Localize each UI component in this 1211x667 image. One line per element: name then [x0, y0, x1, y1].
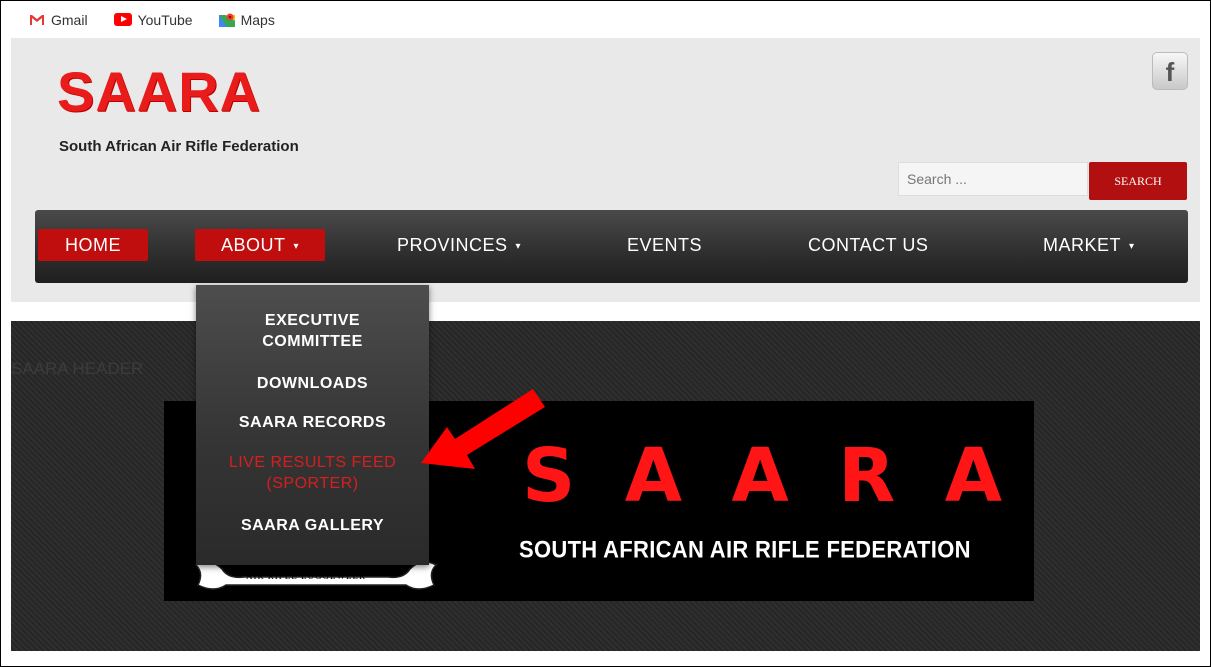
dropdown-item-label: SAARA GALLERY [240, 517, 385, 534]
dropdown-item-label: EXECUTIVE [264, 312, 361, 329]
banner-logo-letters: S A A R A [522, 439, 1002, 513]
dropdown-item-label: COMMITTEE [262, 333, 363, 350]
nav-home-label: HOME [65, 235, 121, 255]
banner-letter: A [731, 433, 789, 519]
banner-letter: A [944, 433, 1002, 519]
nav-events[interactable]: EVENTS [627, 229, 702, 261]
dropdown-item-executive-committee[interactable]: EXECUTIVE COMMITTEE [196, 310, 429, 352]
about-dropdown-menu: EXECUTIVE COMMITTEE DOWNLOADS SAARA RECO… [196, 285, 429, 565]
nav-provinces-label: PROVINCES [397, 235, 508, 255]
banner-letter: R [838, 433, 896, 519]
nav-contact-label: CONTACT US [808, 235, 929, 255]
search-button[interactable]: SEARCH [1089, 162, 1187, 200]
site-header: SAARA South African Air Rifle Federation… [11, 38, 1200, 302]
dropdown-item-label: (SPORTER) [266, 475, 359, 492]
bookmark-youtube-label: YouTube [137, 11, 193, 28]
bookmarks-bar: Gmail YouTube Maps [1, 1, 1210, 38]
facebook-icon[interactable]: f [1152, 52, 1188, 90]
chevron-down-icon: ▾ [515, 241, 522, 252]
annotation-arrow-icon [421, 389, 545, 469]
bookmark-maps-label: Maps [240, 11, 275, 28]
bookmark-gmail-label: Gmail [51, 11, 88, 28]
dropdown-item-label: LIVE RESULTS FEED [228, 454, 397, 471]
bookmark-youtube[interactable]: YouTube [113, 11, 193, 28]
dropdown-item-downloads[interactable]: DOWNLOADS [196, 373, 429, 394]
bookmark-gmail[interactable]: Gmail [29, 12, 88, 28]
banner-subtitle: SOUTH AFRICAN AIR RIFLE FEDERATION [519, 535, 971, 564]
browser-viewport: Gmail YouTube Maps SAARA South African A… [0, 0, 1211, 667]
site-logo-title[interactable]: SAARA [57, 62, 261, 122]
nav-about[interactable]: ABOUT ▾ [195, 229, 325, 261]
search-input[interactable] [898, 162, 1088, 196]
nav-contact-us[interactable]: CONTACT US [808, 229, 928, 261]
bookmark-maps[interactable]: Maps [218, 11, 275, 28]
maps-icon [218, 13, 235, 27]
youtube-icon [113, 13, 132, 26]
nav-about-label: ABOUT [220, 235, 286, 255]
chevron-down-icon: ▾ [1129, 241, 1135, 252]
nav-home[interactable]: HOME [38, 229, 148, 261]
nav-market[interactable]: MARKET ▾ [1043, 229, 1135, 261]
dropdown-item-live-results-feed[interactable]: LIVE RESULTS FEED (SPORTER) [196, 452, 429, 494]
header-banner: SAARA HEADER AIR RIFLE LUGGEWEER S A A R… [11, 321, 1200, 651]
nav-provinces[interactable]: PROVINCES ▾ [397, 229, 521, 261]
dropdown-item-label: DOWNLOADS [256, 375, 369, 392]
chevron-down-icon: ▾ [293, 241, 300, 252]
banner-letter: A [624, 433, 683, 519]
banner-alt-caption: SAARA HEADER [11, 359, 144, 378]
nav-events-label: EVENTS [627, 235, 703, 255]
main-navigation: HOME ABOUT ▾ PROVINCES ▾ EVENTS CONTACT US… [35, 210, 1188, 283]
nav-market-label: MARKET [1043, 235, 1122, 255]
dropdown-item-saara-records[interactable]: SAARA RECORDS [196, 412, 429, 433]
ribbon-text: AIR RIFLE LUGGEWEER [246, 571, 366, 581]
site-logo-subtitle: South African Air Rifle Federation [59, 138, 299, 155]
dropdown-item-saara-gallery[interactable]: SAARA GALLERY [196, 515, 429, 536]
dropdown-item-label: SAARA RECORDS [238, 414, 387, 431]
gmail-icon [30, 14, 44, 25]
